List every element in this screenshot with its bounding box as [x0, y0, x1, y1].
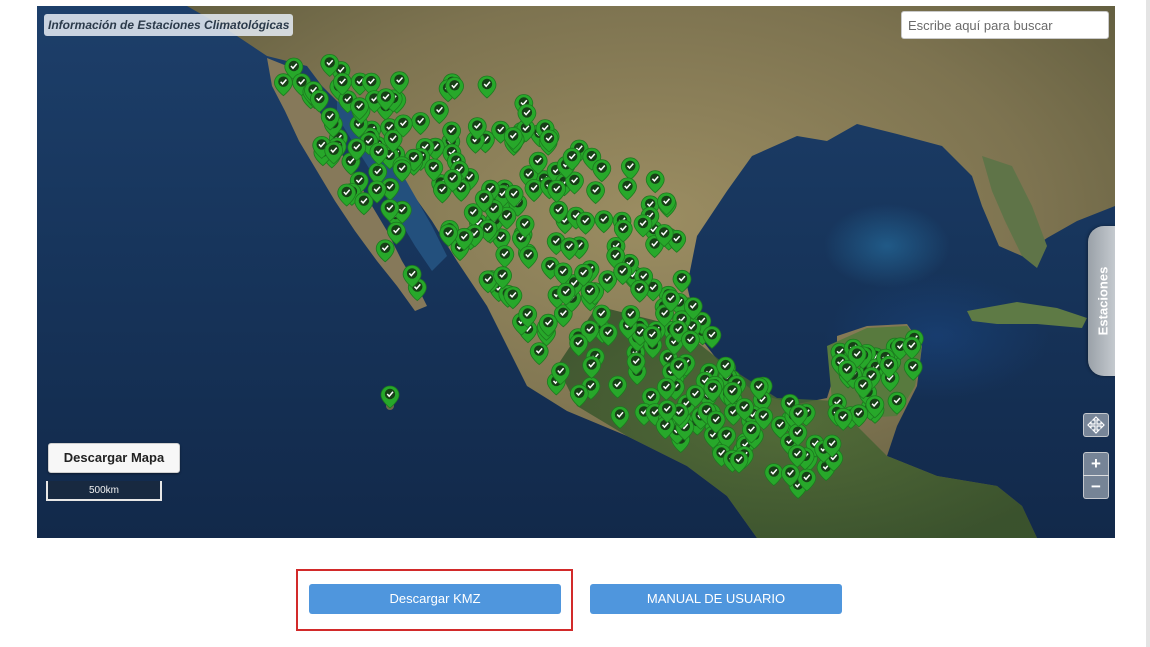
zoom-out-button[interactable]: −: [1083, 475, 1109, 499]
zoom-in-button[interactable]: +: [1083, 452, 1109, 476]
search-input[interactable]: [901, 11, 1109, 39]
basemap: [187, 6, 1115, 538]
map-viewport[interactable]: Información de Estaciones Climatológicas…: [37, 6, 1115, 538]
map-title: Información de Estaciones Climatológicas: [44, 14, 294, 36]
scale-bar: 500km: [46, 481, 162, 501]
window-edge: [1146, 0, 1150, 647]
stations-side-tab-label: Estaciones: [1095, 266, 1111, 336]
stations-side-tab[interactable]: Estaciones: [1088, 226, 1115, 376]
page-body: Información de Estaciones Climatológicas…: [0, 0, 1147, 647]
user-manual-button[interactable]: MANUAL DE USUARIO: [590, 584, 842, 614]
download-kmz-button[interactable]: Descargar KMZ: [309, 584, 561, 614]
pan-move-icon[interactable]: [1083, 413, 1109, 437]
station-marker[interactable]: [380, 385, 400, 409]
pan-arrows-icon: [1087, 416, 1105, 434]
land-cuba: [967, 302, 1087, 328]
download-map-button[interactable]: Descargar Mapa: [48, 443, 180, 473]
